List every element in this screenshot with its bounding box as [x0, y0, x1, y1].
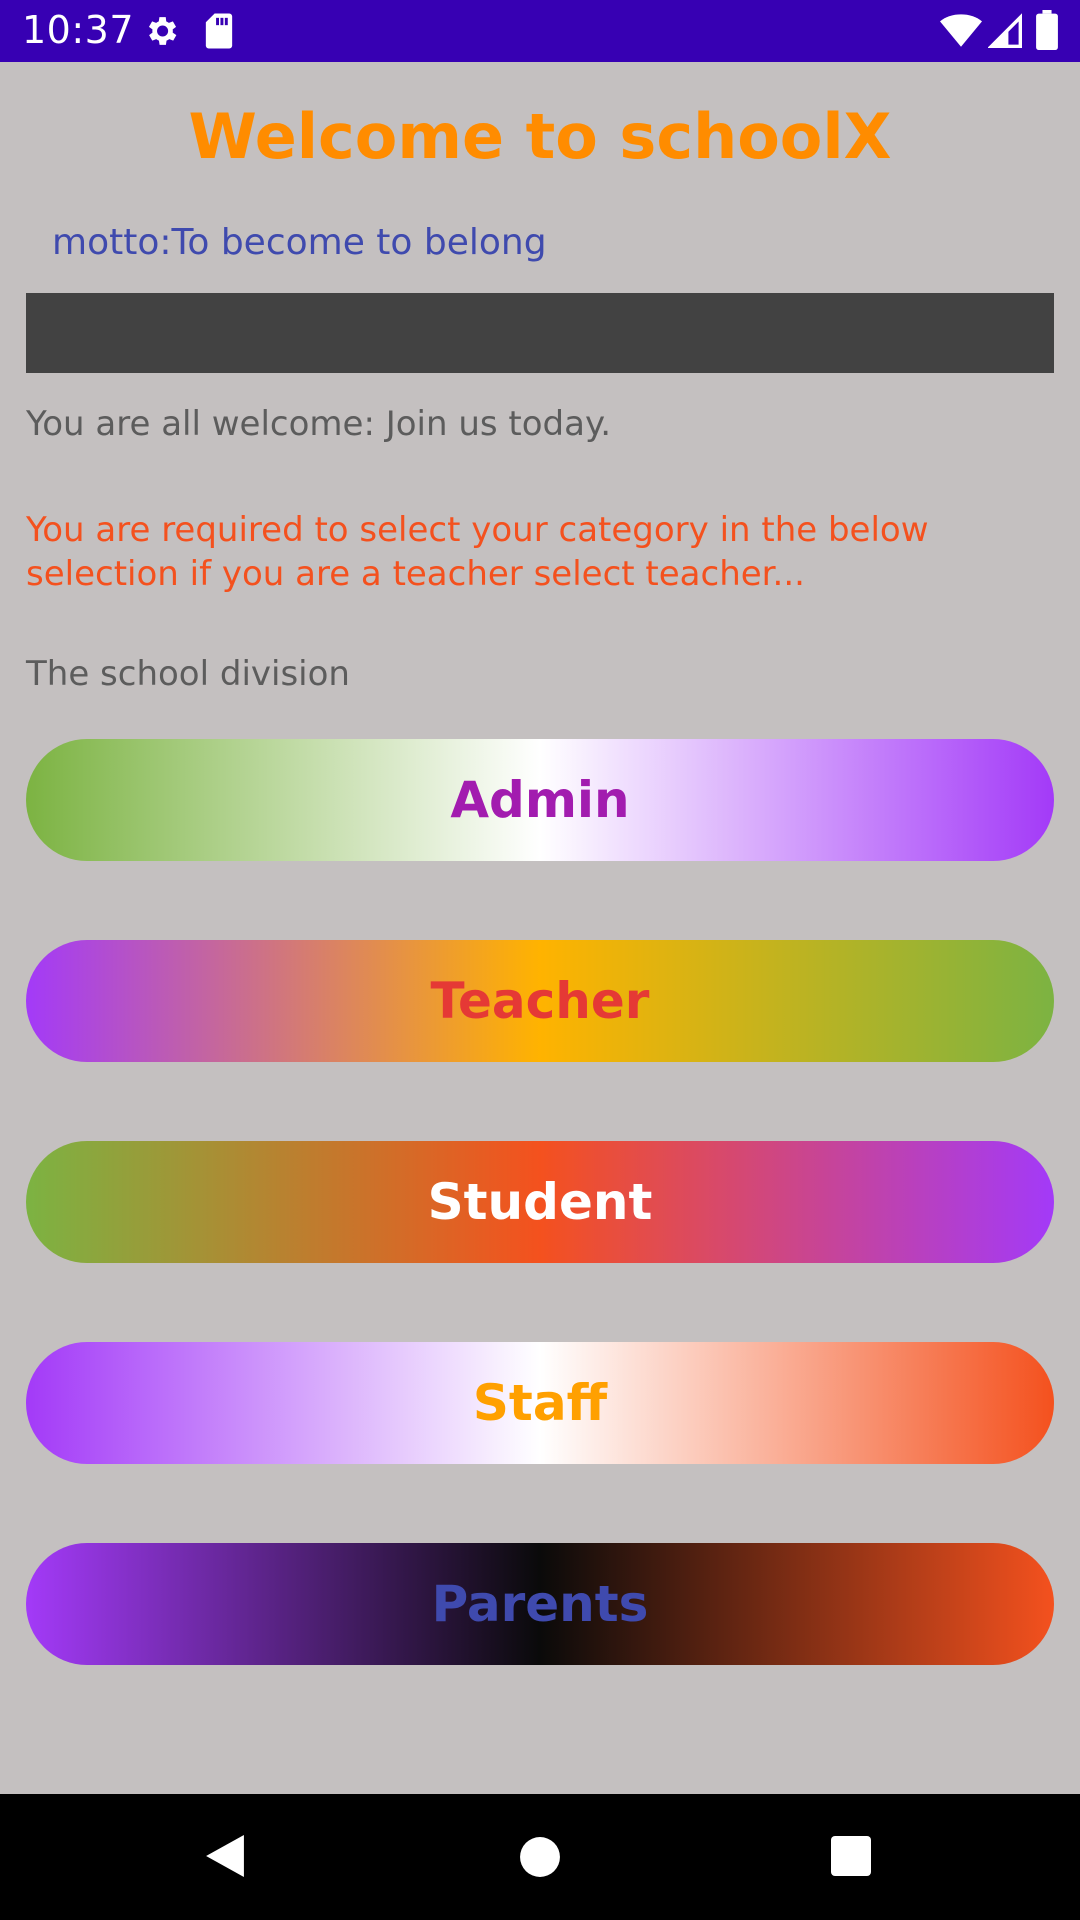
- teacher-button[interactable]: Teacher: [26, 940, 1054, 1062]
- status-time: 10:37: [22, 8, 135, 52]
- admin-button[interactable]: Admin: [26, 739, 1054, 861]
- instruction-text: You are required to select your category…: [26, 510, 929, 594]
- back-icon[interactable]: [204, 1832, 246, 1880]
- welcome-text: You are all welcome: Join us today.: [26, 404, 612, 444]
- status-bar: 10:37: [0, 0, 1080, 62]
- main-content: Welcome to schoolX motto:To become to be…: [0, 62, 1080, 1794]
- parents-button[interactable]: Parents: [26, 1543, 1054, 1665]
- battery-icon: [1036, 10, 1058, 50]
- wifi-icon: [940, 14, 982, 47]
- division-label: The school division: [26, 654, 350, 694]
- navigation-bar: [0, 1794, 1080, 1920]
- banner-bar: [26, 293, 1054, 373]
- motto-text: motto:To become to belong: [52, 222, 547, 263]
- signal-icon: [988, 13, 1022, 48]
- gear-icon: [148, 17, 177, 45]
- recent-apps-icon[interactable]: [831, 1836, 871, 1876]
- page-title: Welcome to schoolX: [188, 100, 892, 173]
- sd-card-icon: [205, 13, 233, 49]
- student-button[interactable]: Student: [26, 1141, 1054, 1263]
- staff-button[interactable]: Staff: [26, 1342, 1054, 1464]
- home-icon[interactable]: [519, 1836, 561, 1878]
